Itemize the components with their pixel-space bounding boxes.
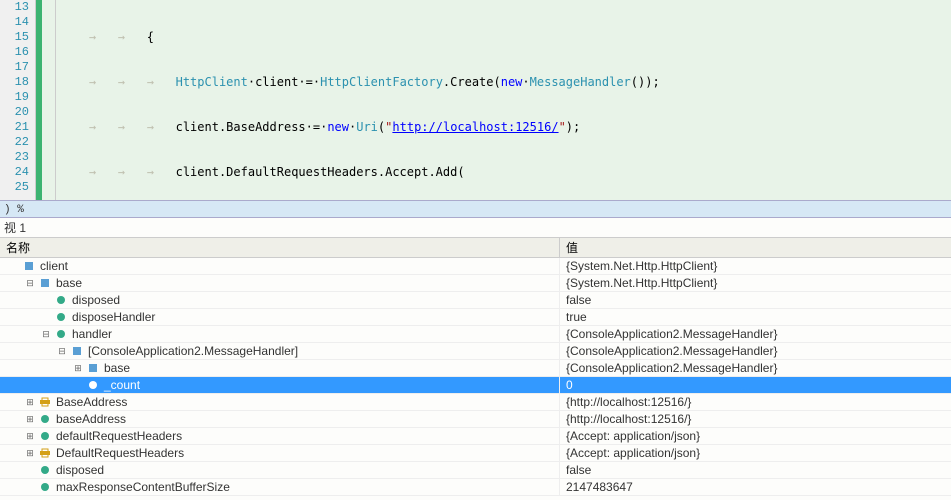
code-area[interactable]: → → { → → → HttpClient·client·=·HttpClie… [56,0,951,200]
watch-item-value: {http://localhost:12516/} [560,394,951,410]
field-icon [54,293,68,307]
collapse-icon[interactable]: ⊟ [24,277,36,289]
watch-row[interactable]: ⊟ handler {ConsoleApplication2.MessageHand… [0,326,951,343]
watch-item-name: defaultRequestHeaders [56,428,182,445]
watch-item-name: disposeHandler [72,309,155,326]
watch-row[interactable]: disposed false [0,462,951,479]
watch-row[interactable]: ⊟ base {System.Net.Http.HttpClient} [0,275,951,292]
field-icon [38,463,52,477]
var-icon [70,344,84,358]
watch-item-value: false [560,292,951,308]
watch-item-value: {ConsoleApplication2.MessageHandler} [560,343,951,359]
watch-item-name: [ConsoleApplication2.MessageHandler] [88,343,298,360]
expand-icon[interactable]: ⊞ [24,413,36,425]
expand-icon[interactable]: ⊞ [24,396,36,408]
watch-item-name: disposed [56,462,104,479]
watch-item-name: client [40,258,68,275]
watch-item-name: disposed [72,292,120,309]
collapse-icon[interactable]: ⊟ [56,345,68,357]
field-icon [86,378,100,392]
watch-item-name: DefaultRequestHeaders [56,445,184,462]
watch-header: 名称 值 [0,238,951,258]
field-icon [54,310,68,324]
watch-item-value: {ConsoleApplication2.MessageHandler} [560,360,951,376]
watch-row[interactable]: ⊟ [ConsoleApplication2.MessageHandler] {Co… [0,343,951,360]
prop-icon [38,446,52,460]
watch-item-value: {ConsoleApplication2.MessageHandler} [560,326,951,342]
watch-row[interactable]: disposed false [0,292,951,309]
watch-item-name: base [56,275,82,292]
watch-item-value: {Accept: application/json} [560,445,951,461]
status-strip: ) % [0,200,951,218]
watch-row[interactable]: ⊞ defaultRequestHeaders {Accept: applicati… [0,428,951,445]
field-icon [38,480,52,494]
watch-item-name: base [104,360,130,377]
watch-item-name: baseAddress [56,411,126,428]
watch-item-value: {System.Net.Http.HttpClient} [560,275,951,291]
outline-bar[interactable] [42,0,56,200]
watch-item-name: handler [72,326,112,343]
watch-item-name: maxResponseContentBufferSize [56,479,230,496]
expand-icon[interactable]: ⊞ [24,430,36,442]
var-icon [86,361,100,375]
watch-row[interactable]: ⊞ baseAddress {http://localhost:12516/} [0,411,951,428]
watch-tab[interactable]: 视 1 [0,218,951,238]
watch-row[interactable]: client {System.Net.Http.HttpClient} [0,258,951,275]
var-icon [22,259,36,273]
watch-row[interactable]: _count 0 [0,377,951,394]
watch-item-name: _count [104,377,140,394]
watch-item-value: {Accept: application/json} [560,428,951,444]
code-editor[interactable]: 13 14 15 16 17 18 19 20 21 22 23 24 25 →… [0,0,951,200]
expand-icon[interactable]: ⊞ [72,362,84,374]
var-icon [38,276,52,290]
watch-item-value: false [560,462,951,478]
watch-row[interactable]: maxResponseContentBufferSize 2147483647 [0,479,951,496]
watch-item-value: {System.Net.Http.HttpClient} [560,258,951,274]
watch-item-name: BaseAddress [56,394,127,411]
watch-row[interactable]: ⊞ BaseAddress {http://localhost:12516/} [0,394,951,411]
watch-item-value: true [560,309,951,325]
watch-row[interactable]: ⊞ DefaultRequestHeaders {Accept: applicati… [0,445,951,462]
line-number-gutter: 13 14 15 16 17 18 19 20 21 22 23 24 25 [0,0,36,200]
field-icon [38,412,52,426]
watch-row[interactable]: disposeHandler true [0,309,951,326]
watch-item-value: 0 [560,377,951,393]
watch-header-value[interactable]: 值 [560,238,951,257]
field-icon [38,429,52,443]
field-icon [54,327,68,341]
collapse-icon[interactable]: ⊟ [40,328,52,340]
expand-icon[interactable]: ⊞ [24,447,36,459]
watch-row[interactable]: ⊞ base {ConsoleApplication2.MessageHandler… [0,360,951,377]
watch-rows: client {System.Net.Http.HttpClient} ⊟ base {… [0,258,951,496]
watch-header-name[interactable]: 名称 [0,238,560,257]
prop-icon [38,395,52,409]
watch-item-value: 2147483647 [560,479,951,495]
watch-panel: 视 1 名称 值 client {System.Net.Http.HttpClie… [0,218,951,500]
watch-item-value: {http://localhost:12516/} [560,411,951,427]
